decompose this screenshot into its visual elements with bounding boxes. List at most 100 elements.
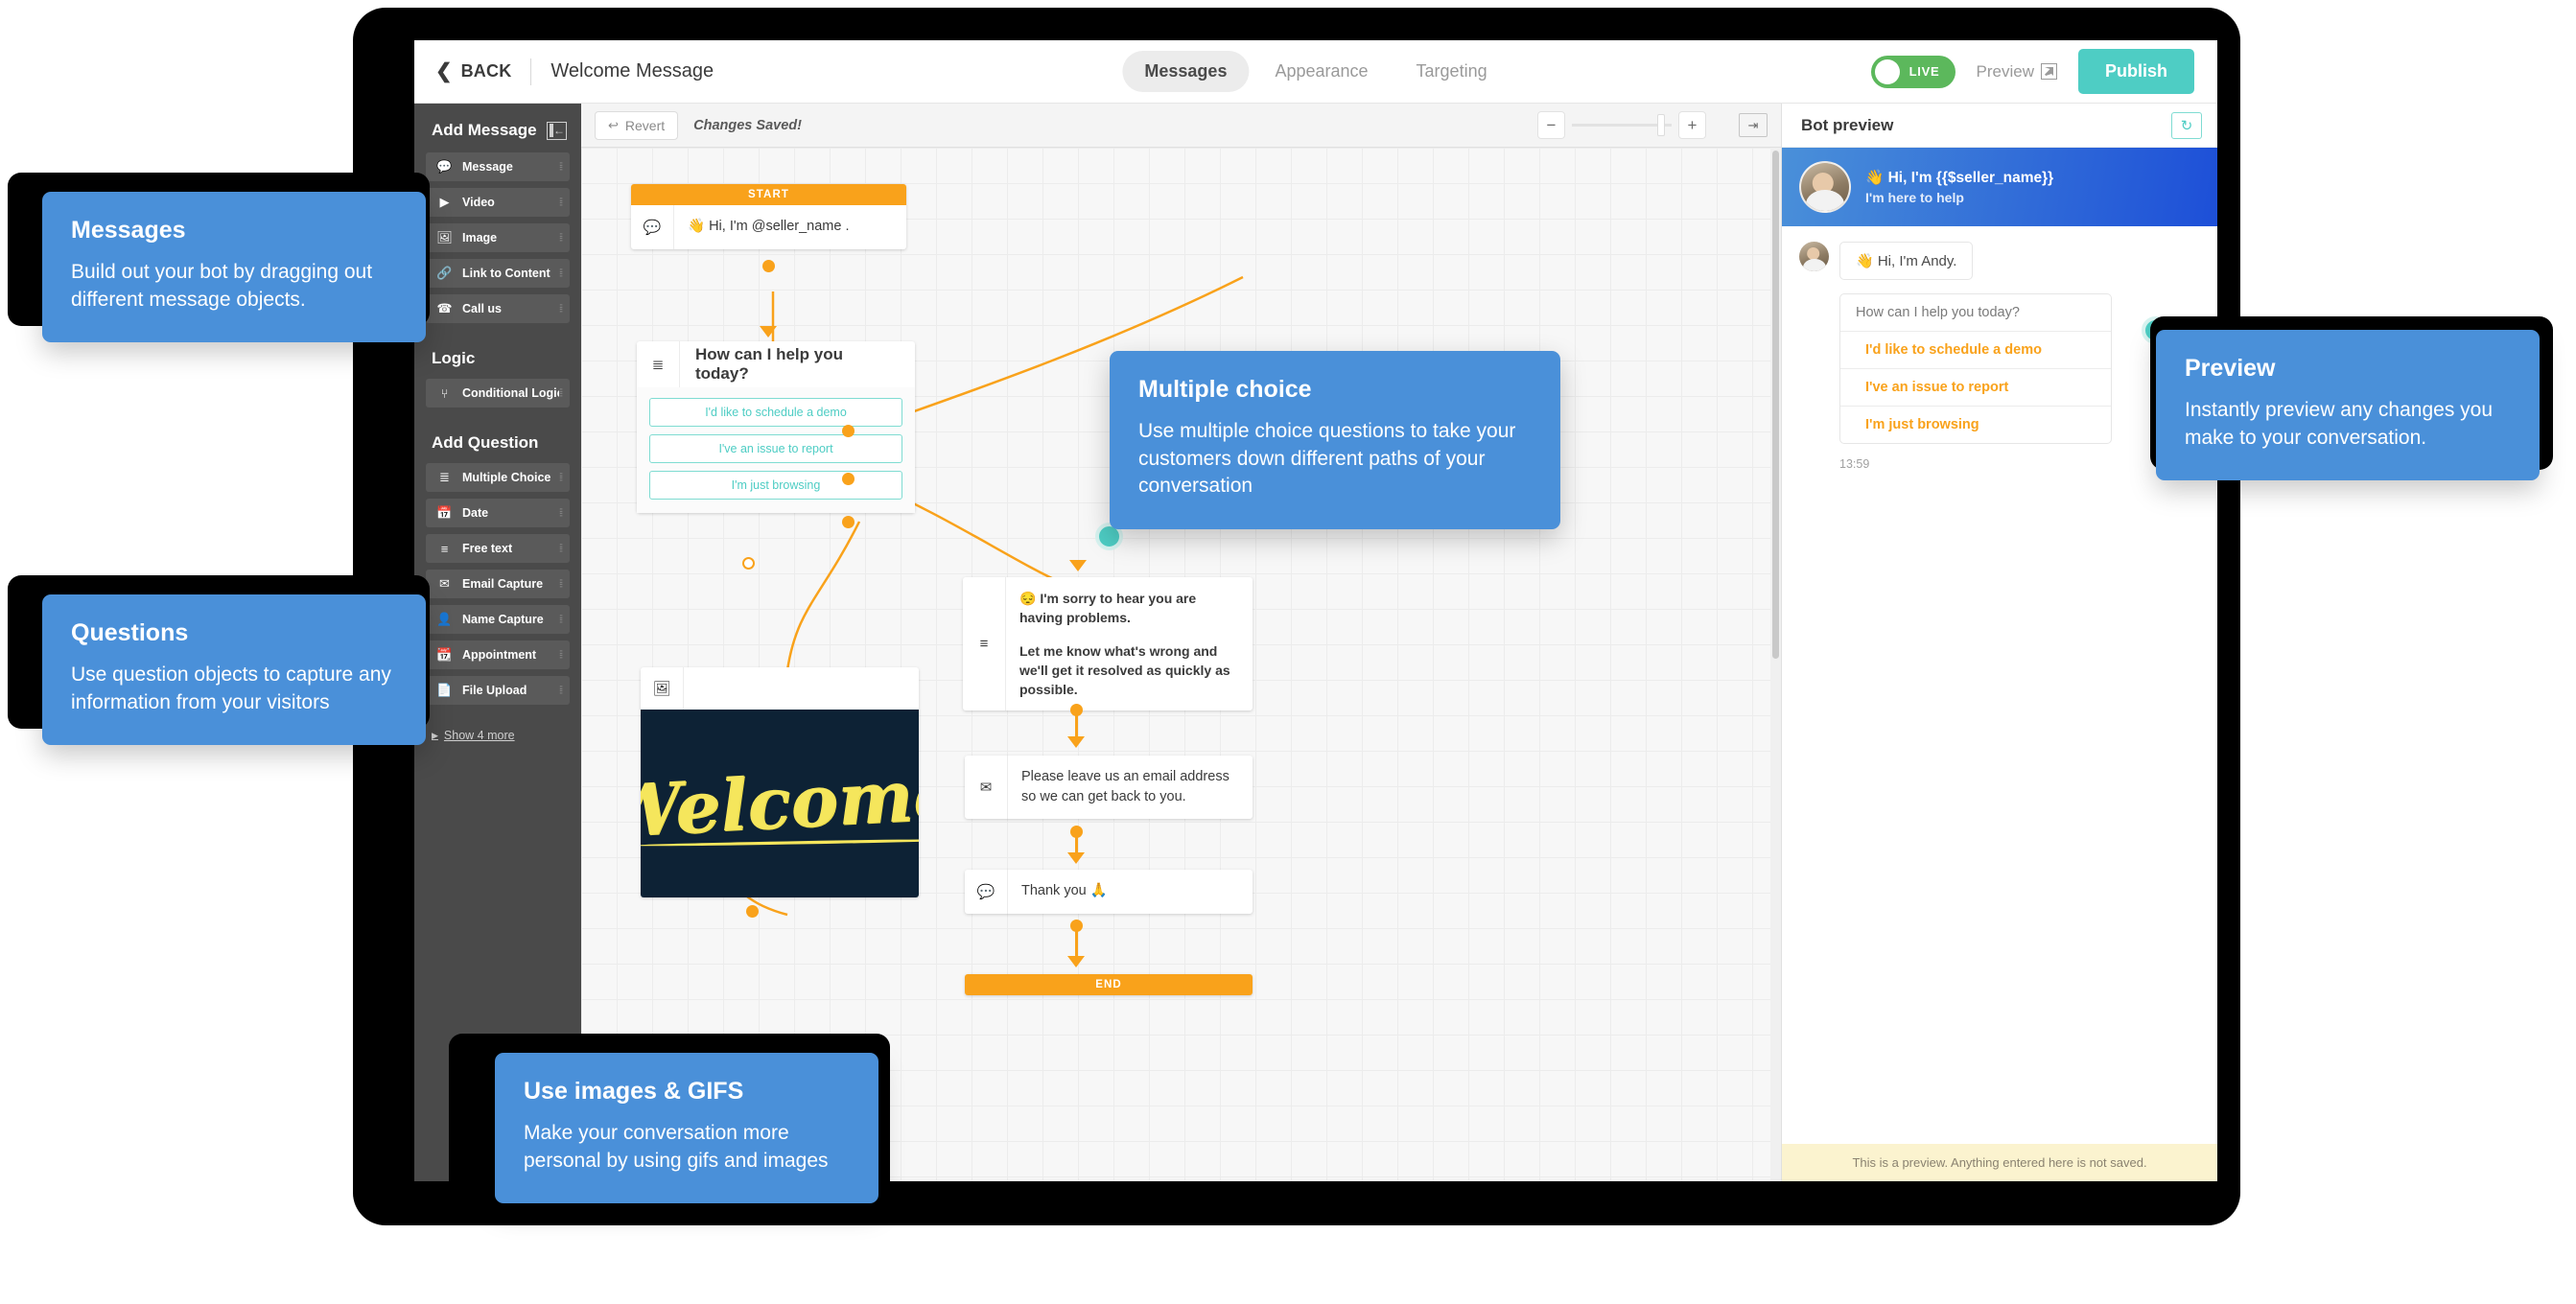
back-button[interactable]: ❮ BACK xyxy=(414,59,511,83)
add-message-title: Add Message xyxy=(432,121,537,139)
flow-canvas[interactable]: START 💬 👋 Hi, I'm @seller_name . ≣ How c… xyxy=(581,148,1781,1181)
flow-node-start[interactable]: START 💬 👋 Hi, I'm @seller_name . xyxy=(631,184,906,249)
callout-title: Messages xyxy=(71,217,186,244)
chat-message-row: 👋 Hi, I'm Andy. xyxy=(1799,242,2200,280)
calendar-icon: 📆 xyxy=(436,647,453,662)
sidebar-item-name-capture[interactable]: 👤 Name Capture ⦙⦙ xyxy=(426,605,570,634)
image-node-header: 🖼 xyxy=(641,667,919,710)
app-body: Add Message 💬 Message ⦙⦙ ▶ Video ⦙⦙ 🖼 Im… xyxy=(414,104,2217,1181)
checklist-icon: ≣ xyxy=(637,341,680,387)
flow-node-thankyou[interactable]: 💬 Thank you 🙏 xyxy=(965,870,1253,914)
drag-handle[interactable]: ⦙⦙ xyxy=(559,507,563,520)
drag-handle[interactable]: ⦙⦙ xyxy=(559,303,563,315)
show-more-button[interactable]: ▶ Show 4 more xyxy=(414,711,581,742)
drag-handle[interactable]: ⦙⦙ xyxy=(559,578,563,591)
sidebar-item-appointment[interactable]: 📆 Appointment ⦙⦙ xyxy=(426,640,570,669)
flow-node-end[interactable]: END xyxy=(965,974,1253,995)
revert-button[interactable]: ↩ Revert xyxy=(595,110,679,140)
live-toggle[interactable]: LIVE xyxy=(1870,55,1955,88)
drag-handle[interactable]: ⦙⦙ xyxy=(559,614,563,626)
bot-preview-title: Bot preview xyxy=(1801,115,1894,134)
connector-arrow xyxy=(1067,852,1085,864)
connector-dot[interactable] xyxy=(842,473,855,485)
calendar-check-icon: 📅 xyxy=(436,505,453,520)
drag-handle[interactable]: ⦙⦙ xyxy=(559,197,563,209)
email-node-body: ✉ Please leave us an email address so we… xyxy=(965,756,1253,820)
callout-body: Build out your bot by dragging out diffe… xyxy=(71,261,373,311)
preview-choice[interactable]: I'm just browsing xyxy=(1840,407,2111,443)
drag-handle[interactable]: ⦙⦙ xyxy=(559,161,563,174)
mc-option[interactable]: I'm just browsing xyxy=(649,471,902,500)
sidebar-item-label: Email Capture xyxy=(462,577,544,591)
welcome-image-caption: Welcome xyxy=(641,753,919,853)
drag-handle[interactable]: ⦙⦙ xyxy=(559,649,563,662)
sidebar-item-link-to-content[interactable]: 🔗 Link to Content ⦙⦙ xyxy=(426,259,570,288)
zoom-in-button[interactable]: + xyxy=(1678,111,1706,139)
zoom-slider-handle[interactable] xyxy=(1657,114,1665,136)
sidebar-item-label: Message xyxy=(462,160,513,174)
zoom-out-button[interactable]: − xyxy=(1537,111,1565,139)
sidebar-item-image[interactable]: 🖼 Image ⦙⦙ xyxy=(426,223,570,252)
envelope-icon: ✉ xyxy=(965,756,1008,820)
left-sidebar: Add Message 💬 Message ⦙⦙ ▶ Video ⦙⦙ 🖼 Im… xyxy=(414,104,581,1181)
sidebar-item-multiple-choice[interactable]: ≣ Multiple Choice ⦙⦙ xyxy=(426,463,570,492)
callout-images-gifs: Use images & GIFS Make your conversation… xyxy=(495,1053,878,1204)
sidebar-header: Add Message xyxy=(414,117,581,152)
connector-dot[interactable] xyxy=(842,425,855,437)
flow-node-email[interactable]: ✉ Please leave us an email address so we… xyxy=(965,756,1253,820)
sidebar-item-email-capture[interactable]: ✉ Email Capture ⦙⦙ xyxy=(426,570,570,598)
drag-handle[interactable]: ⦙⦙ xyxy=(559,472,563,484)
drag-handle[interactable]: ⦙⦙ xyxy=(559,387,563,400)
start-node-body: 💬 👋 Hi, I'm @seller_name . xyxy=(631,205,906,249)
sidebar-item-date[interactable]: 📅 Date ⦙⦙ xyxy=(426,499,570,527)
live-toggle-knob xyxy=(1874,58,1900,84)
flow-node-image[interactable]: 🖼 Welcome xyxy=(641,667,919,897)
connector-dot[interactable] xyxy=(762,260,775,272)
drag-handle[interactable]: ⦙⦙ xyxy=(559,543,563,555)
preview-choice-group: How can I help you today? I'd like to sc… xyxy=(1839,293,2112,444)
sidebar-item-label: Name Capture xyxy=(462,613,544,626)
header-divider xyxy=(530,58,532,85)
tab-targeting[interactable]: Targeting xyxy=(1394,51,1510,92)
sidebar-item-free-text[interactable]: ≡ Free text ⦙⦙ xyxy=(426,534,570,563)
sidebar-item-call-us[interactable]: ☎ Call us ⦙⦙ xyxy=(426,294,570,323)
preview-link[interactable]: Preview xyxy=(1977,62,2057,82)
sidebar-item-conditional-logic[interactable]: ⑂ Conditional Logic ⦙⦙ xyxy=(426,379,570,408)
flow-node-sorry[interactable]: ≡ 😔 I'm sorry to hear you are having pro… xyxy=(963,577,1253,711)
logic-title: Logic xyxy=(432,349,476,367)
mc-option[interactable]: I'd like to schedule a demo xyxy=(649,398,902,427)
bot-preview-panel: Bot preview ↻ 👋 Hi, I'm {{$seller_name}}… xyxy=(1781,104,2217,1181)
sidebar-item-label: Call us xyxy=(462,302,502,315)
connector-dot-open[interactable] xyxy=(742,557,755,570)
publish-button[interactable]: Publish xyxy=(2077,49,2194,94)
connector-dot[interactable] xyxy=(746,905,759,918)
canvas-scrollbar[interactable] xyxy=(1770,148,1781,1181)
callout-title: Questions xyxy=(71,619,189,646)
collapse-panel-icon[interactable] xyxy=(547,121,567,140)
mc-option[interactable]: I've an issue to report xyxy=(649,434,902,463)
drag-handle[interactable]: ⦙⦙ xyxy=(559,685,563,697)
refresh-icon[interactable]: ↻ xyxy=(2171,111,2202,139)
canvas-toolbar: ↩ Revert Changes Saved! − + ⇥ xyxy=(581,104,1781,148)
preview-choice[interactable]: I've an issue to report xyxy=(1840,369,2111,407)
sidebar-item-message[interactable]: 💬 Message ⦙⦙ xyxy=(426,152,570,181)
preview-choice[interactable]: I'd like to schedule a demo xyxy=(1840,332,2111,369)
tab-messages[interactable]: Messages xyxy=(1122,51,1250,92)
flow-node-multiple-choice[interactable]: ≣ How can I help you today? I'd like to … xyxy=(637,341,915,513)
tab-appearance[interactable]: Appearance xyxy=(1253,51,1390,92)
video-play-icon: ▶ xyxy=(439,195,450,209)
sidebar-item-file-upload[interactable]: 📄 File Upload ⦙⦙ xyxy=(426,676,570,705)
fit-to-screen-icon[interactable]: ⇥ xyxy=(1739,113,1768,137)
callout-title: Preview xyxy=(2185,355,2276,382)
drag-handle[interactable]: ⦙⦙ xyxy=(559,268,563,280)
sidebar-item-label: Multiple Choice xyxy=(462,471,551,484)
connector-dot[interactable] xyxy=(842,516,855,528)
mc-header: ≣ How can I help you today? xyxy=(637,341,915,387)
page-title: Welcome Message xyxy=(550,60,714,82)
preview-choice-question: How can I help you today? xyxy=(1840,294,2111,332)
drag-handle[interactable]: ⦙⦙ xyxy=(559,232,563,244)
sidebar-item-video[interactable]: ▶ Video ⦙⦙ xyxy=(426,188,570,217)
sidebar-item-label: Free text xyxy=(462,542,513,555)
zoom-slider[interactable] xyxy=(1572,114,1672,136)
sorry-node-text: 😔 I'm sorry to hear you are having probl… xyxy=(1006,577,1253,710)
